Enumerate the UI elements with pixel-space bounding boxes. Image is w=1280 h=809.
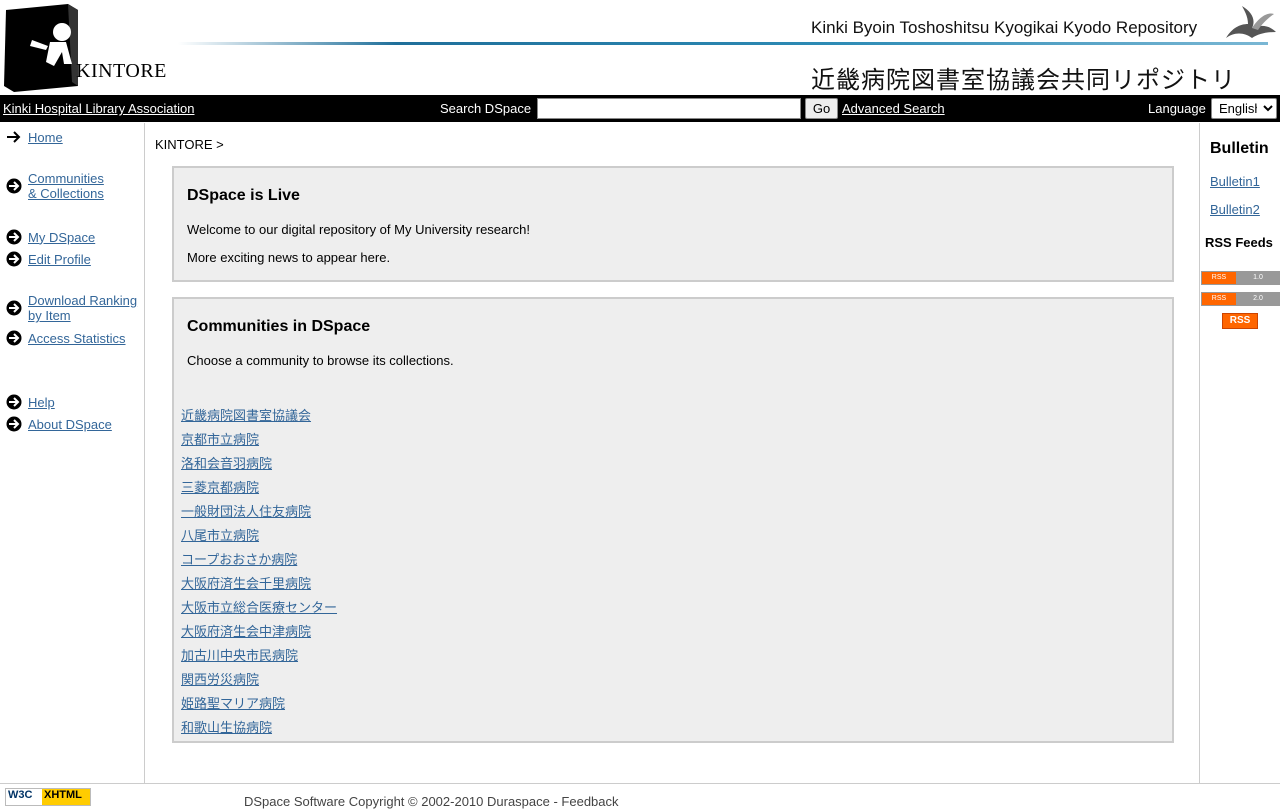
rss-badge[interactable]: RSS [1222, 313, 1258, 329]
news-panel: DSpace is Live Welcome to our digital re… [172, 166, 1174, 282]
rss-badge-left: RSS [1202, 293, 1236, 305]
rss-2-0-badge[interactable]: RSS 2.0 [1201, 292, 1280, 306]
communities-panel: Communities in DSpace Choose a community… [172, 297, 1174, 743]
sidebar-item-label[interactable]: Home [28, 130, 63, 145]
right-sidebar: Bulletin Bulletin1 Bulletin2 RSS Feeds R… [1199, 123, 1280, 783]
sidebar-item-label[interactable]: Help [28, 395, 55, 410]
search-go-button[interactable]: Go [805, 98, 838, 119]
site-title-japanese: 近畿病院図書室協議会共同リポジトリ [811, 67, 1236, 94]
community-link[interactable]: コープおおさか病院 [181, 549, 297, 568]
sidebar-item-download-ranking[interactable]: Download Ranking by Item [6, 293, 137, 323]
rss-badge-left: RSS [1202, 272, 1236, 284]
w3c-xhtml-badge[interactable]: W3C XHTML [5, 788, 91, 806]
rss-1-0-badge[interactable]: RSS 1.0 [1201, 271, 1280, 285]
org-home-link[interactable]: Kinki Hospital Library Association [3, 101, 194, 116]
community-link[interactable]: 関西労災病院 [181, 669, 259, 688]
rss-badge-right: 1.0 [1236, 272, 1280, 284]
news-line-1: Welcome to our digital repository of My … [187, 222, 530, 237]
top-navbar: Kinki Hospital Library Association Searc… [0, 95, 1280, 122]
language-label: Language [1148, 101, 1206, 116]
community-link[interactable]: 八尾市立病院 [181, 525, 259, 544]
w3c-badge-right: XHTML [42, 789, 90, 805]
breadcrumb: KINTORE > [155, 137, 224, 152]
community-link[interactable]: 京都市立病院 [181, 429, 259, 448]
sidebar-item-communities[interactable]: Communities & Collections [6, 171, 104, 201]
language-select[interactable]: English [1211, 98, 1277, 119]
label-line-1: Communities [28, 171, 104, 186]
community-link[interactable]: 三菱京都病院 [181, 477, 259, 496]
community-link[interactable]: 大阪府済生会千里病院 [181, 573, 311, 592]
arrow-circle-icon [6, 394, 22, 410]
sidebar-item-home[interactable]: Home [6, 129, 63, 145]
label-line-1: Download Ranking [28, 293, 138, 308]
w3c-badge-left: W3C [8, 789, 33, 801]
communities-subtitle: Choose a community to browse its collect… [187, 353, 454, 368]
label-line-2: & Collections [28, 186, 104, 201]
bulletin-title: Bulletin [1210, 140, 1269, 157]
footer-copyright: DSpace Software Copyright © 2002-2010 Du… [244, 794, 619, 809]
sidebar-item-edit-profile[interactable]: Edit Profile [6, 251, 91, 267]
arrow-circle-icon [6, 330, 22, 346]
bulletin1-link[interactable]: Bulletin1 [1210, 174, 1260, 189]
site-title-english: Kinki Byoin Toshoshitsu Kyogikai Kyodo R… [811, 18, 1198, 37]
sidebar-item-label[interactable]: My DSpace [28, 230, 95, 245]
sidebar-item-label[interactable]: Download Ranking by Item [28, 293, 137, 323]
community-link[interactable]: 大阪市立総合医療センター [181, 597, 337, 616]
community-link[interactable]: 近畿病院図書室協議会 [181, 405, 311, 424]
advanced-search-link[interactable]: Advanced Search [842, 101, 945, 116]
community-link[interactable]: 姫路聖マリア病院 [181, 693, 285, 712]
kintore-logo[interactable]: KINTORE [0, 0, 170, 95]
arrow-right-icon [7, 131, 21, 143]
sidebar-item-access-statistics[interactable]: Access Statistics [6, 330, 126, 346]
arrow-circle-icon [6, 300, 22, 316]
site-footer: W3C XHTML DSpace Software Copyright © 20… [0, 783, 1280, 809]
crane-logo-icon [1226, 6, 1276, 38]
community-link[interactable]: 一般財団法人住友病院 [181, 501, 311, 520]
community-link[interactable]: 加古川中央市民病院 [181, 645, 298, 664]
arrow-circle-icon [6, 416, 22, 432]
sidebar-item-help[interactable]: Help [6, 394, 55, 410]
book-logo-icon [4, 4, 78, 92]
left-sidebar: Home Communities & Collections My DSpace … [0, 123, 145, 783]
community-link[interactable]: 大阪府済生会中津病院 [181, 621, 311, 640]
community-link[interactable]: 和歌山生協病院 [181, 717, 272, 736]
sidebar-item-about[interactable]: About DSpace [6, 416, 112, 432]
community-link[interactable]: 洛和会音羽病院 [181, 453, 272, 472]
search-input[interactable] [537, 98, 801, 119]
title-divider [178, 42, 1268, 45]
sidebar-item-label[interactable]: Communities & Collections [28, 171, 104, 201]
news-title: DSpace is Live [187, 187, 300, 204]
communities-title: Communities in DSpace [187, 318, 371, 335]
sidebar-item-label[interactable]: About DSpace [28, 417, 112, 432]
rss-feeds-title: RSS Feeds [1205, 235, 1273, 250]
arrow-circle-icon [6, 251, 22, 267]
label-line-2: by Item [28, 308, 71, 323]
logo-text: KINTORE [76, 60, 167, 82]
arrow-circle-icon [6, 229, 22, 245]
news-line-2: More exciting news to appear here. [187, 250, 391, 265]
site-header: KINTORE Kinki Byoin Toshoshitsu Kyogikai… [0, 0, 1280, 95]
arrow-circle-icon [6, 178, 22, 194]
sidebar-item-label[interactable]: Edit Profile [28, 252, 91, 267]
search-label: Search DSpace [440, 101, 532, 116]
sidebar-item-mydspace[interactable]: My DSpace [6, 229, 95, 245]
rss-badge-right: 2.0 [1236, 293, 1280, 305]
bulletin2-link[interactable]: Bulletin2 [1210, 202, 1260, 217]
sidebar-item-label[interactable]: Access Statistics [28, 331, 126, 346]
